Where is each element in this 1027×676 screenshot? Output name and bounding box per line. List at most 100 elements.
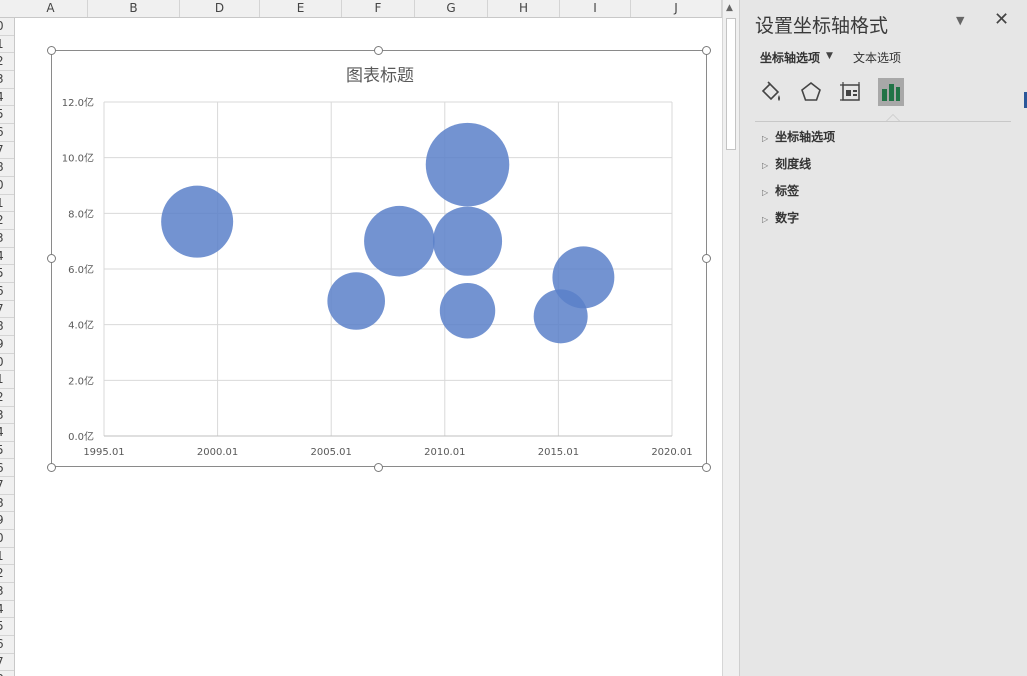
x-tick-label: 2020.01 (651, 447, 692, 458)
column-header-g[interactable]: G (415, 0, 488, 17)
selected-tab-pointer (886, 114, 900, 121)
row-header-cell[interactable]: 1 (0, 548, 14, 566)
tab-axis-options[interactable]: 坐标轴选项 (760, 49, 820, 66)
row-header-cell[interactable]: 0 (0, 354, 14, 372)
row-header-cell[interactable]: 5 (0, 265, 14, 283)
row-header-cell[interactable]: 9 (0, 336, 14, 354)
row-header-cell[interactable]: 6 (0, 636, 14, 654)
bubble-point[interactable] (161, 185, 234, 258)
axis-options-bar-chart-icon[interactable] (878, 78, 904, 106)
row-header-cell[interactable]: 3 (0, 583, 14, 601)
resize-handle-left[interactable] (47, 254, 56, 263)
row-header-cell[interactable]: 6 (0, 283, 14, 301)
row-header-cell[interactable]: 3 (0, 230, 14, 248)
row-header-cell[interactable]: 2 (0, 389, 14, 407)
column-header-e[interactable]: E (260, 0, 342, 17)
plot-area[interactable]: 0.0亿 2.0亿 4.0亿 6.0亿 8.0亿 10.0亿 12.0亿 1995.01 200… (52, 51, 708, 468)
bubble-point[interactable] (432, 206, 503, 276)
row-header-cell[interactable]: 2 (0, 565, 14, 584)
resize-handle-bottom-right[interactable] (702, 463, 711, 472)
row-header-cell[interactable]: 4 (0, 424, 14, 442)
row-header-cell[interactable]: 8 (0, 495, 14, 513)
column-header-f[interactable]: F (342, 0, 415, 17)
row-header-cell[interactable]: 7 (0, 301, 14, 319)
row-header-cell[interactable]: 1 (0, 36, 14, 54)
row-header-cell[interactable]: 2 (0, 53, 14, 71)
pane-title: 设置坐标轴格式 (755, 15, 889, 37)
column-header-j[interactable]: J (631, 0, 722, 17)
column-header-b[interactable]: B (88, 0, 180, 17)
column-header-bar: A B D E F G H I J (0, 0, 722, 18)
close-icon[interactable]: ✕ (994, 9, 1009, 30)
row-header-cell[interactable]: 6 (0, 460, 14, 478)
pane-options-dropdown-icon[interactable]: ▼ (956, 14, 964, 27)
chevron-down-icon[interactable]: ▼ (826, 51, 833, 61)
tab-text-options[interactable]: 文本选项 (853, 49, 901, 66)
bubble-point[interactable] (439, 283, 496, 339)
spreadsheet-area[interactable]: A B D E F G H I J 0123456780123456789012… (0, 0, 722, 676)
resize-handle-bottom-left[interactable] (47, 463, 56, 472)
column-header-d[interactable]: D (180, 0, 260, 17)
row-header-cell[interactable]: 9 (0, 512, 14, 531)
row-header-cell[interactable]: 7 (0, 142, 14, 160)
section-label: 刻度线 (775, 157, 812, 171)
scroll-thumb[interactable] (726, 18, 736, 150)
bubble-point[interactable] (552, 246, 615, 309)
section-label: 标签 (775, 184, 800, 198)
section-labels[interactable]: ▷ 标签 (762, 182, 799, 199)
scroll-up-arrow-icon[interactable]: ▲ (726, 3, 733, 13)
resize-handle-bottom[interactable] (374, 463, 383, 472)
row-header-cell[interactable]: 8 (0, 159, 14, 177)
effects-pentagon-icon[interactable] (798, 78, 824, 106)
row-header-cell[interactable]: 1 (0, 195, 14, 213)
row-header-cell[interactable]: 5 (0, 106, 14, 124)
section-number[interactable]: ▷ 数字 (762, 209, 799, 226)
resize-handle-top[interactable] (374, 46, 383, 55)
row-header-cell[interactable]: 8 (0, 671, 14, 676)
row-header-cell[interactable]: 8 (0, 318, 14, 336)
section-label: 数字 (775, 211, 800, 225)
row-header-cell[interactable]: 2 (0, 212, 14, 230)
row-header-cell[interactable]: 1 (0, 371, 14, 389)
row-header-cell[interactable]: 4 (0, 248, 14, 266)
bubble-chart[interactable]: 图表标题 0.0亿 2.0亿 4.0亿 6.0亿 8.0亿 10.0亿 12.0亿 1995.… (51, 50, 707, 467)
column-header-h[interactable]: H (488, 0, 560, 17)
bubble-point[interactable] (425, 122, 510, 207)
row-header-cell[interactable]: 0 (0, 18, 14, 36)
column-header-a[interactable]: A (14, 0, 88, 17)
row-header-cell[interactable]: 0 (0, 177, 14, 195)
section-tick-marks[interactable]: ▷ 刻度线 (762, 155, 811, 172)
x-tick-label: 2010.01 (424, 447, 465, 458)
x-tick-label: 2015.01 (538, 447, 579, 458)
x-tick-label: 2005.01 (311, 447, 352, 458)
row-header-cell[interactable]: 7 (0, 654, 14, 672)
y-tick-label: 6.0亿 (68, 263, 94, 276)
expand-triangle-icon: ▷ (762, 161, 769, 170)
x-tick-label: 2000.01 (197, 447, 238, 458)
row-header-cell[interactable]: 6 (0, 124, 14, 142)
row-header-cell[interactable]: 4 (0, 601, 14, 619)
row-header-cell[interactable]: 3 (0, 407, 14, 425)
y-tick-label: 10.0亿 (62, 152, 94, 165)
bubble-point[interactable] (327, 272, 385, 330)
expand-triangle-icon: ▷ (762, 215, 769, 224)
row-header-cell[interactable]: 7 (0, 477, 14, 495)
size-properties-icon[interactable] (838, 78, 864, 106)
row-header-cell[interactable]: 5 (0, 618, 14, 637)
resize-handle-right[interactable] (702, 254, 711, 263)
column-header-i[interactable]: I (560, 0, 631, 17)
y-tick-label: 4.0亿 (68, 319, 94, 332)
row-header-cell[interactable]: 0 (0, 530, 14, 548)
resize-handle-top-right[interactable] (702, 46, 711, 55)
section-label: 坐标轴选项 (775, 130, 836, 144)
bubble-point[interactable] (364, 205, 435, 277)
fill-line-icon[interactable] (758, 78, 784, 106)
row-header-cell[interactable]: 4 (0, 89, 14, 107)
row-header-cell[interactable]: 5 (0, 442, 14, 460)
row-header-cell[interactable]: 3 (0, 71, 14, 89)
section-axis-options[interactable]: ▷ 坐标轴选项 (762, 128, 835, 145)
vertical-scrollbar[interactable]: ▲ (722, 0, 739, 676)
expand-triangle-icon: ▷ (762, 188, 769, 197)
resize-handle-top-left[interactable] (47, 46, 56, 55)
y-tick-label: 2.0亿 (68, 374, 94, 387)
